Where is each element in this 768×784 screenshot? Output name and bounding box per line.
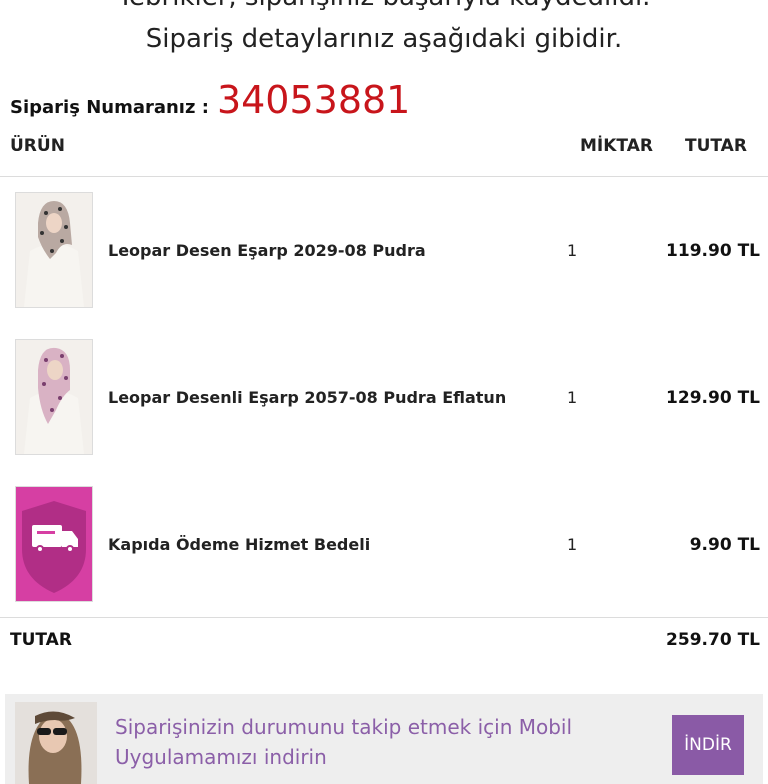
- product-name[interactable]: Leopar Desen Eşarp 2029-08 Pudra: [108, 241, 426, 260]
- product-image[interactable]: [15, 339, 93, 455]
- table-row: Leopar Desenli Eşarp 2057-08 Pudra Eflat…: [0, 337, 768, 457]
- order-number-block: Sipariş Numaranız : 34053881: [10, 78, 410, 122]
- download-button[interactable]: İNDİR: [672, 715, 744, 775]
- product-quantity: 1: [567, 535, 578, 554]
- total-value: 259.70 TL: [666, 630, 760, 650]
- table-row: Kapıda Ödeme Hizmet Bedeli 1 9.90 TL: [0, 484, 768, 604]
- details-message: Sipariş detaylarınız aşağıdaki gibidir.: [145, 24, 623, 54]
- product-name[interactable]: Leopar Desenli Eşarp 2057-08 Pudra Eflat…: [108, 388, 506, 407]
- column-header-amount: TUTAR: [685, 136, 747, 156]
- product-price: 9.90 TL: [689, 535, 760, 555]
- table-divider: [0, 176, 768, 177]
- product-price: 129.90 TL: [666, 388, 760, 408]
- model-image: [15, 702, 97, 784]
- table-divider: [0, 617, 768, 618]
- table-row: Leopar Desen Eşarp 2029-08 Pudra 1 119.9…: [0, 190, 768, 310]
- total-label: TUTAR: [10, 630, 72, 650]
- delivery-truck-shield-icon: [15, 486, 93, 602]
- order-number: 34053881: [216, 78, 411, 122]
- product-quantity: 1: [567, 241, 578, 260]
- product-image[interactable]: [15, 192, 93, 308]
- column-header-product: ÜRÜN: [10, 136, 65, 156]
- product-quantity: 1: [567, 388, 578, 407]
- success-message: Tebrikler, siparişiniz başarıyla kaydedi…: [0, 0, 768, 12]
- product-price: 119.90 TL: [666, 241, 760, 261]
- product-name: Kapıda Ödeme Hizmet Bedeli: [108, 535, 371, 554]
- column-header-quantity: MİKTAR: [580, 136, 653, 156]
- app-download-banner: Siparişinizin durumunu takip etmek için …: [5, 694, 763, 784]
- app-download-text: Siparişinizin durumunu takip etmek için …: [115, 715, 573, 769]
- order-number-label: Sipariş Numaranız :: [10, 97, 209, 118]
